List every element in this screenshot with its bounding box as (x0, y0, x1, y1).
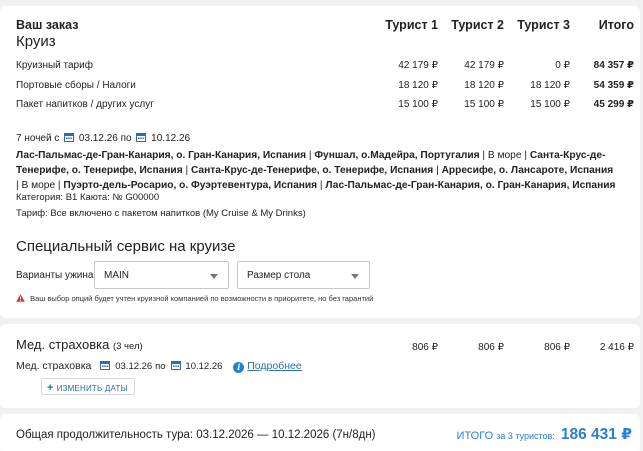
route-port: Пуэрто-дель-Росарио, о. Фуэртевентура, И… (63, 180, 318, 191)
warning-text: Ваш выбор опций будет учтен круизной ком… (30, 294, 374, 303)
info-icon[interactable]: i (233, 362, 245, 373)
route-port: Лас-Пальмас-де-Гран-Канария, о. Гран-Кан… (16, 150, 307, 161)
insurance-date-from: 03.12.26 (115, 361, 153, 372)
special-service-title: Специальный сервис на круизе (16, 238, 236, 255)
grand-total: ИТОГО за 3 туристов: 186 431 ₽ (457, 425, 632, 444)
total-label: ИТОГО (456, 430, 494, 442)
table-size-select-value: Размер стола (247, 270, 311, 281)
cell: 806 ₽ (544, 342, 570, 353)
route-separator: | В море | (16, 180, 64, 191)
cruise-route: Лас-Пальмас-де-Гран-Канария, о. Гран-Кан… (16, 148, 616, 193)
calendar-icon (100, 361, 111, 370)
date-from: 03.12.26 (78, 133, 118, 144)
column-tourist-3: Турист 3 (517, 18, 570, 32)
order-card: Ваш заказ Круиз Турист 1 Турист 2 Турист… (0, 6, 640, 318)
row-label-port-fees: Портовые сборы / Налоги (16, 80, 136, 91)
total-value: 186 431 ₽ (560, 426, 632, 443)
insurance-date-to: 10.12.26 (185, 361, 223, 372)
chevron-down-icon (210, 274, 218, 279)
tariff: Тариф: Все включено с пакетом напитков (… (16, 208, 306, 219)
date-to: 10.12.26 (151, 133, 191, 144)
category-cabin: Категория: B1 Каюта: № G00000 (16, 192, 160, 203)
row-label-cruise-fare: Круизный тариф (16, 60, 93, 71)
more-link[interactable]: Подробнее (247, 360, 301, 372)
calendar-icon (170, 361, 181, 370)
by-label: по (155, 361, 166, 372)
cell: 15 100 ₽ (464, 99, 504, 110)
route-port: Лас-Пальмас-де-Гран-Канария, о. Гран-Кан… (325, 180, 616, 191)
cell-total: 54 359 ₽ (593, 80, 634, 91)
chevron-down-icon (351, 274, 359, 279)
table-size-select[interactable]: Размер стола (237, 261, 370, 289)
cell: 18 120 ₽ (530, 80, 570, 91)
cell-total: 2 416 ₽ (599, 342, 634, 353)
column-total: Итого (598, 18, 634, 32)
cell: 18 120 ₽ (464, 80, 504, 91)
cell: 42 179 ₽ (398, 60, 438, 71)
total-for: за 3 туристов: (496, 431, 555, 441)
dinner-select[interactable]: MAIN (94, 261, 229, 289)
warning-icon (16, 294, 25, 302)
route-port: Арресифе, о. Лансароте, Испания (441, 165, 614, 176)
cell-total: 45 299 ₽ (593, 99, 634, 110)
cell: 18 120 ₽ (398, 80, 438, 91)
cell: 806 ₽ (412, 342, 438, 353)
insurance-card: Мед. страховка (3 чел) 806 ₽ 806 ₽ 806 ₽… (0, 324, 640, 408)
cell: 15 100 ₽ (398, 99, 438, 110)
nights-label: 7 ночей с (16, 133, 60, 144)
calendar-icon (64, 133, 75, 142)
dinner-label: Варианты ужина (16, 270, 94, 281)
order-subtitle: Круиз (16, 33, 56, 50)
cruise-dates: 7 ночей с 03.12.26 по 10.12.26 (16, 132, 190, 144)
calendar-icon (136, 133, 147, 142)
column-tourist-1: Турист 1 (385, 18, 438, 32)
change-dates-button[interactable]: + ИЗМЕНИТЬ ДАТЫ (41, 378, 135, 395)
cell-total: 84 357 ₽ (593, 60, 634, 71)
route-separator: | В море | (479, 150, 530, 161)
insurance-dates: Мед. страховка 03.12.26 по 10.12.26 i По… (16, 360, 302, 373)
cell: 0 ₽ (555, 60, 570, 71)
insurance-count: (3 чел) (112, 341, 143, 352)
route-port: Фуншал, о.Мадейра, Португалия (314, 150, 480, 161)
change-dates-label: ИЗМЕНИТЬ ДАТЫ (56, 384, 128, 393)
route-separator: | (182, 165, 191, 176)
order-title: Ваш заказ (16, 18, 79, 32)
route-separator: | (433, 165, 442, 176)
by-label: по (120, 133, 132, 144)
insurance-title-block: Мед. страховка (3 чел) (16, 337, 143, 352)
row-label-drinks-package: Пакет напитков / других услуг (16, 99, 154, 110)
cell: 42 179 ₽ (464, 60, 504, 71)
cell: 806 ₽ (478, 342, 504, 353)
tour-duration: Общая продолжительность тура: 03.12.2026… (16, 429, 376, 441)
column-tourist-2: Турист 2 (451, 18, 504, 32)
insurance-title: Мед. страховка (16, 337, 110, 352)
route-port: Санта-Крус-де-Тенерифе, о. Тенерифе, Исп… (190, 165, 434, 176)
total-card: Общая продолжительность тура: 03.12.2026… (0, 414, 640, 451)
cell: 15 100 ₽ (530, 99, 570, 110)
plus-icon: + (47, 382, 54, 394)
dinner-select-value: MAIN (104, 270, 129, 281)
insurance-label: Мед. страховка (16, 360, 92, 372)
warning-note: Ваш выбор опций будет учтен круизной ком… (16, 294, 373, 303)
